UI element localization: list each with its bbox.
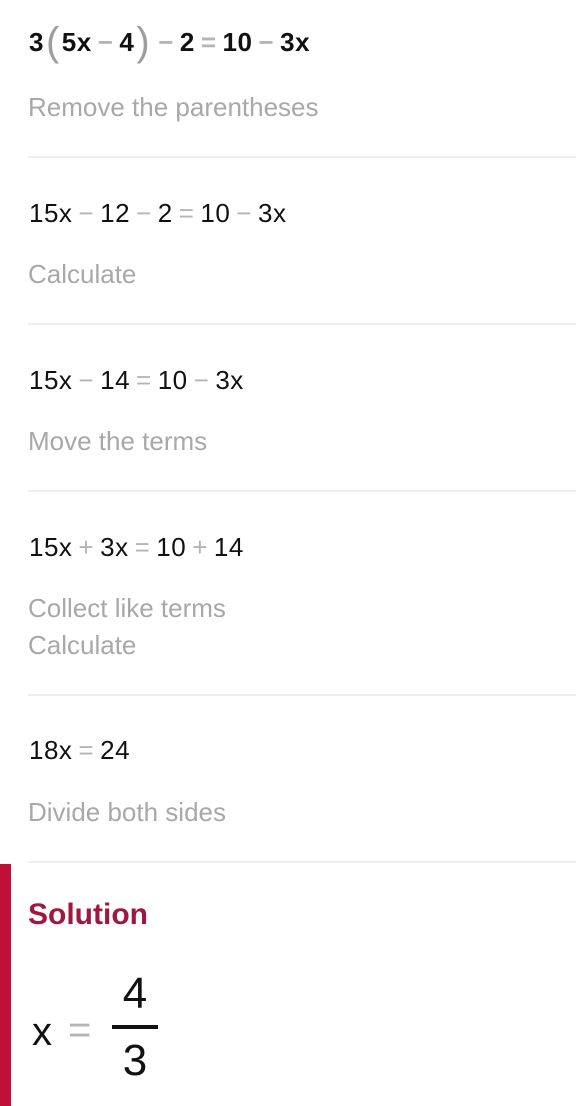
equation: 15x +3x = 10 +14 xyxy=(29,532,244,563)
equals-sign: = xyxy=(68,1008,92,1052)
operator: − xyxy=(158,27,174,57)
left-paren: ( xyxy=(45,20,60,64)
right-paren: ) xyxy=(136,20,151,64)
numerator: 4 xyxy=(122,969,148,1018)
term: 3 xyxy=(29,27,44,57)
step-label: Calculate xyxy=(28,259,137,289)
term: 10 xyxy=(156,532,187,562)
term: 4 xyxy=(119,27,135,57)
term: 24 xyxy=(100,735,131,765)
equals-sign: = xyxy=(178,198,195,228)
step-label: Move the terms xyxy=(28,426,208,456)
equation: 18x = 24 xyxy=(29,735,130,766)
divider xyxy=(28,861,576,863)
operator: − xyxy=(258,27,275,57)
solution-variable: x xyxy=(32,1010,52,1054)
term: 14 xyxy=(100,365,131,395)
term: 2 xyxy=(157,198,173,228)
operator: − xyxy=(236,198,252,228)
fraction-bar xyxy=(112,1025,158,1029)
denominator: 3 xyxy=(122,1036,148,1085)
equation: 15x −12−2 = 10−3x xyxy=(29,198,286,229)
term: 15x xyxy=(29,532,73,562)
operator: − xyxy=(78,198,95,228)
term: 12 xyxy=(100,198,131,228)
divider xyxy=(28,694,576,696)
operator: − xyxy=(97,27,114,57)
operator: − xyxy=(136,198,152,228)
operator: + xyxy=(78,532,95,562)
divider xyxy=(28,490,576,492)
divider xyxy=(28,156,576,158)
solution-title: Solution xyxy=(28,898,148,931)
term: 10 xyxy=(222,27,253,57)
equation: 15x −14 = 10−3x xyxy=(29,365,244,396)
step-label: Remove the parentheses xyxy=(28,92,319,122)
term: 3x xyxy=(280,27,311,57)
equals-sign: = xyxy=(200,27,217,57)
step-label: Divide both sides xyxy=(28,797,226,827)
term: 3x xyxy=(215,365,244,395)
term: 3x xyxy=(257,198,287,228)
term: 5x xyxy=(61,27,92,57)
step-label: Collect like terms xyxy=(28,593,226,623)
equals-sign: = xyxy=(136,365,152,395)
operator: − xyxy=(193,365,210,395)
term: 10 xyxy=(200,198,231,228)
equals-sign: = xyxy=(134,532,151,562)
term: 18x xyxy=(29,735,73,765)
term: 15x xyxy=(29,365,73,395)
term: 14 xyxy=(213,532,244,562)
solution-fraction: 4 3 xyxy=(110,965,160,1091)
term: 2 xyxy=(179,27,195,57)
equation-original: 3(5x −4) −2 = 10−3x xyxy=(29,20,310,65)
step-label: Calculate xyxy=(28,630,137,660)
operator: + xyxy=(192,532,208,562)
operator: − xyxy=(78,365,95,395)
solution-accent-bar xyxy=(0,864,11,1106)
divider xyxy=(28,323,576,325)
term: 3x xyxy=(100,532,129,562)
equals-sign: = xyxy=(78,735,95,765)
term: 10 xyxy=(157,365,188,395)
term: 15x xyxy=(29,198,73,228)
